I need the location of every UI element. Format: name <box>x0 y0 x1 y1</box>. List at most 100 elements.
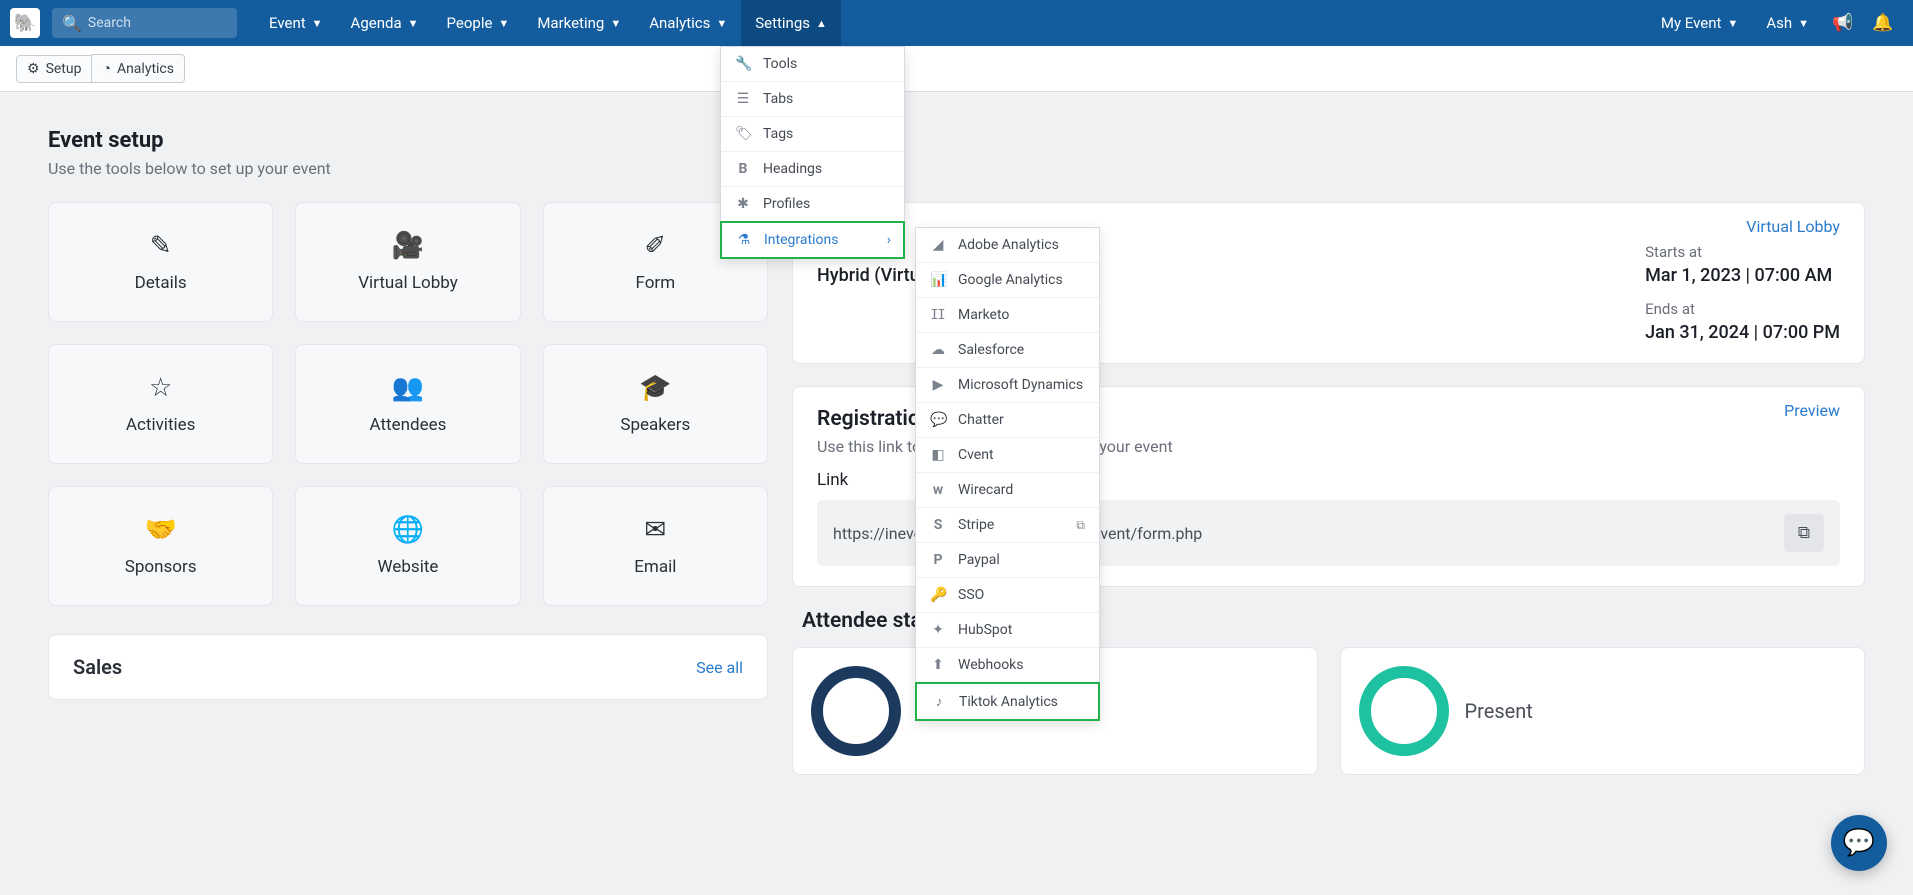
nav-item-settings[interactable]: Settings▲ <box>741 0 841 46</box>
flask-icon: ⚗ <box>736 232 752 248</box>
donut-chart-1 <box>811 666 901 756</box>
tile-website[interactable]: 🌐Website <box>295 486 520 606</box>
top-nav: 🐘 🔍 Event▼ Agenda▼ People▼ Marketing▼ An… <box>0 0 1913 46</box>
gears-icon: ⚙ <box>27 61 40 77</box>
settings-menu-profiles[interactable]: ✱Profiles <box>721 187 904 222</box>
tile-speakers[interactable]: 🎓Speakers <box>543 344 768 464</box>
analytics-tab-button[interactable]: ◔Analytics <box>91 54 185 83</box>
stripe-icon: S <box>930 517 946 533</box>
form-icon: ✐ <box>644 231 666 261</box>
globe-icon: 🌐 <box>392 515 424 545</box>
wrench-icon: 🔧 <box>735 56 751 72</box>
nav-item-people[interactable]: People▼ <box>433 0 524 46</box>
integration-adobe-analytics[interactable]: ◢Adobe Analytics <box>916 228 1099 263</box>
settings-menu-tools[interactable]: 🔧Tools <box>721 47 904 82</box>
setup-tab-button[interactable]: ⚙Setup <box>16 55 92 83</box>
cloud-icon: ☁ <box>930 342 946 358</box>
sales-card: Sales See all <box>48 634 768 700</box>
external-link-icon: ⧉ <box>1076 518 1085 533</box>
upload-icon: ⬆ <box>930 657 946 673</box>
integration-sso[interactable]: 🔑SSO <box>916 578 1099 613</box>
tiktok-icon: ♪ <box>931 693 947 710</box>
chevron-right-icon: › <box>887 232 891 248</box>
integration-salesforce[interactable]: ☁Salesforce <box>916 333 1099 368</box>
settings-menu-tabs[interactable]: ☰Tabs <box>721 82 904 117</box>
graduation-icon: 🎓 <box>639 373 671 403</box>
pie-chart-icon: ◔ <box>102 60 110 77</box>
integration-marketo[interactable]: ⵊⵊMarketo <box>916 298 1099 333</box>
marketo-icon: ⵊⵊ <box>930 307 946 323</box>
bold-icon: B <box>735 161 751 177</box>
handshake-icon: 🤝 <box>144 515 176 545</box>
key-icon: 🔑 <box>930 587 946 603</box>
envelope-icon: ✉ <box>644 515 666 545</box>
search-input[interactable] <box>88 15 227 31</box>
page-title: Event setup <box>48 128 1865 153</box>
chevron-down-icon: ▼ <box>1798 17 1809 30</box>
sales-title: Sales <box>73 655 122 679</box>
nav-item-marketing[interactable]: Marketing▼ <box>523 0 635 46</box>
integration-hubspot[interactable]: ✦HubSpot <box>916 613 1099 648</box>
search-box[interactable]: 🔍 <box>52 8 237 38</box>
search-icon: 🔍 <box>62 14 82 33</box>
integration-google-analytics[interactable]: 📊Google Analytics <box>916 263 1099 298</box>
hubspot-icon: ✦ <box>930 622 946 638</box>
integration-paypal[interactable]: PPaypal <box>916 543 1099 578</box>
integration-microsoft-dynamics[interactable]: ▶Microsoft Dynamics <box>916 368 1099 403</box>
settings-menu-tags[interactable]: 🏷Tags <box>721 117 904 152</box>
stat-card-present: Present <box>1340 647 1866 775</box>
nav-items: Event▼ Agenda▼ People▼ Marketing▼ Analyt… <box>255 0 841 46</box>
bar-chart-icon: 📊 <box>930 272 946 288</box>
chevron-down-icon: ▼ <box>498 17 509 30</box>
integration-cvent[interactable]: ◧Cvent <box>916 438 1099 473</box>
tile-activities[interactable]: ☆Activities <box>48 344 273 464</box>
nav-item-event[interactable]: Event▼ <box>255 0 337 46</box>
settings-menu-headings[interactable]: BHeadings <box>721 152 904 187</box>
notifications-icon[interactable]: 🔔 <box>1863 0 1903 46</box>
preview-link[interactable]: Preview <box>1784 401 1840 420</box>
chevron-up-icon: ▲ <box>816 17 827 30</box>
video-gear-icon: 🎥 <box>392 231 424 261</box>
chat-fab-button[interactable]: 💬 <box>1831 815 1887 871</box>
app-logo[interactable]: 🐘 <box>10 8 40 38</box>
secondary-bar: ⚙Setup ◔Analytics <box>0 46 1913 92</box>
star-icon: ☆ <box>149 373 172 403</box>
tile-sponsors[interactable]: 🤝Sponsors <box>48 486 273 606</box>
people-icon: 👥 <box>392 373 424 403</box>
settings-menu-integrations[interactable]: ⚗Integrations› <box>720 221 905 259</box>
integration-tiktok-analytics[interactable]: ♪Tiktok Analytics <box>915 682 1100 721</box>
copy-link-button[interactable]: ⧉ <box>1784 514 1824 552</box>
announcements-icon[interactable]: 📢 <box>1823 0 1863 46</box>
integration-chatter[interactable]: 💬Chatter <box>916 403 1099 438</box>
wirecard-icon: w <box>930 482 946 498</box>
nav-item-analytics[interactable]: Analytics▼ <box>635 0 741 46</box>
tile-virtual-lobby[interactable]: 🎥Virtual Lobby <box>295 202 520 322</box>
integration-wirecard[interactable]: wWirecard <box>916 473 1099 508</box>
nav-user[interactable]: Ash▼ <box>1752 0 1823 46</box>
integration-stripe[interactable]: SStripe⧉ <box>916 508 1099 543</box>
event-mode-value: Hybrid (Virtua <box>817 265 929 286</box>
integration-webhooks[interactable]: ⬆Webhooks <box>916 648 1099 683</box>
dynamics-icon: ▶ <box>930 377 946 393</box>
nav-my-event[interactable]: My Event▼ <box>1647 0 1752 46</box>
asterisk-icon: ✱ <box>735 196 751 212</box>
sales-see-all-link[interactable]: See all <box>696 658 743 677</box>
tile-details[interactable]: ✎Details <box>48 202 273 322</box>
tile-attendees[interactable]: 👥Attendees <box>295 344 520 464</box>
cvent-icon: ◧ <box>930 447 946 463</box>
ends-at-label: Ends at <box>1645 300 1840 318</box>
nav-item-agenda[interactable]: Agenda▼ <box>337 0 433 46</box>
integrations-dropdown: ◢Adobe Analytics 📊Google Analytics ⵊⵊMar… <box>915 227 1100 721</box>
nav-right: My Event▼ Ash▼ 📢 🔔 <box>1647 0 1903 46</box>
starts-at-value: Mar 1, 2023 | 07:00 AM <box>1645 265 1840 286</box>
setup-tiles-grid: ✎Details 🎥Virtual Lobby ✐Form ☆Activitie… <box>48 202 768 606</box>
adobe-icon: ◢ <box>930 237 946 253</box>
virtual-lobby-link[interactable]: Virtual Lobby <box>1746 217 1840 236</box>
settings-dropdown: 🔧Tools ☰Tabs 🏷Tags BHeadings ✱Profiles ⚗… <box>720 46 905 259</box>
tile-email[interactable]: ✉Email <box>543 486 768 606</box>
list-icon: ☰ <box>735 91 751 107</box>
chevron-down-icon: ▼ <box>1727 17 1738 30</box>
tag-icon: 🏷 <box>735 126 751 142</box>
page-subtitle: Use the tools below to set up your event <box>48 159 1865 178</box>
chat-bubble-icon: 💬 <box>1843 828 1875 858</box>
